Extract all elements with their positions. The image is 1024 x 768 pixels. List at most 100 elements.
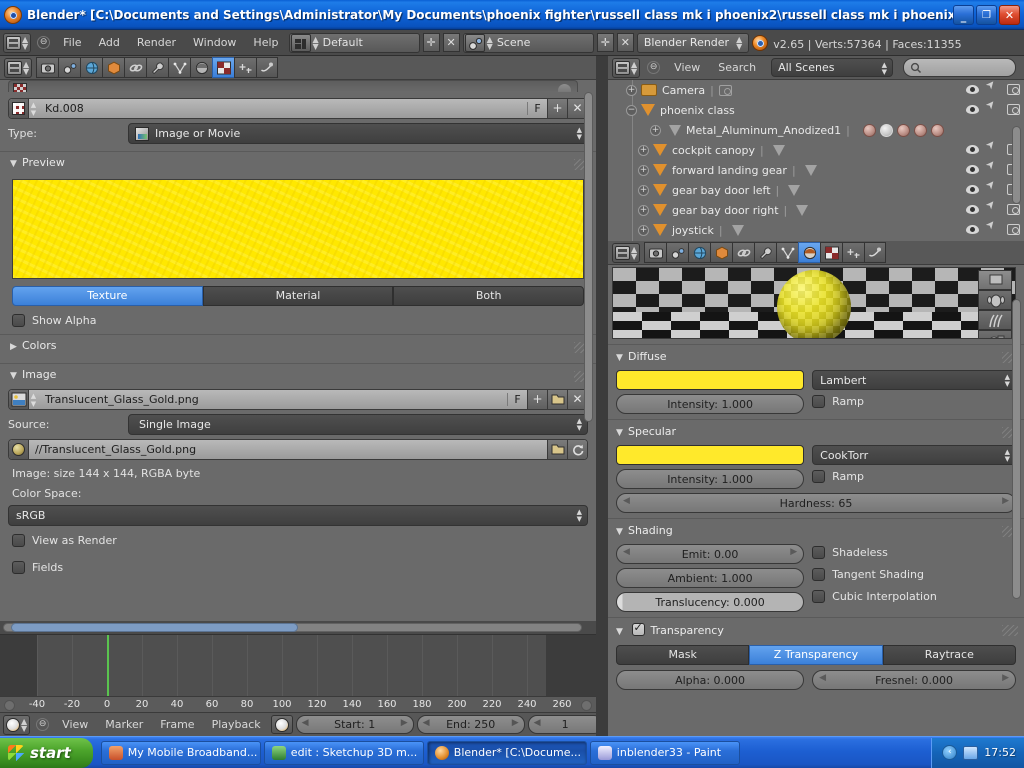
menu-add[interactable]: Add xyxy=(92,34,127,51)
preview-tab-material[interactable]: Material xyxy=(202,286,394,306)
specular-intensity-slider[interactable]: Intensity: 1.000 xyxy=(616,469,805,489)
properties-editor-type-selector[interactable]: ▲ ▼ xyxy=(612,242,641,263)
material-preview-render[interactable] xyxy=(612,267,1016,339)
maximize-button[interactable]: ❐ xyxy=(976,4,997,25)
show-alpha-checkbox[interactable] xyxy=(12,314,25,327)
decrement-icon[interactable]: ◀ xyxy=(302,718,309,728)
specular-hardness-slider[interactable]: ◀ Hardness: 65 ▶ xyxy=(616,493,1016,513)
playhead-marker[interactable] xyxy=(107,635,109,696)
view-as-render-row[interactable]: View as Render xyxy=(12,534,584,547)
restrict-view-icon[interactable] xyxy=(966,104,979,114)
texture-type-dropdown[interactable]: Image or Movie ▲ ▼ xyxy=(128,123,588,144)
scrollbar-thumb[interactable] xyxy=(584,92,593,422)
increment-icon[interactable]: ▶ xyxy=(512,718,519,728)
show-alpha-row[interactable]: Show Alpha xyxy=(12,314,584,327)
diffuse-intensity-slider[interactable]: Intensity: 1.000 xyxy=(616,394,805,414)
collapse-toggle-icon[interactable]: − xyxy=(626,104,637,116)
preview-tab-both[interactable]: Both xyxy=(393,286,585,306)
properties-editor-type-selector[interactable]: ▲ ▼ xyxy=(4,57,33,78)
decrement-icon[interactable]: ◀ xyxy=(534,718,541,728)
timeline-grid[interactable] xyxy=(0,634,596,696)
expand-toggle-icon[interactable]: + xyxy=(638,204,649,216)
transparency-mode-z[interactable]: Z Transparency xyxy=(749,645,883,665)
tangent-shading-checkbox[interactable] xyxy=(812,568,826,581)
current-frame-field[interactable]: ◀ 1 xyxy=(527,715,596,734)
expand-toggle-icon[interactable]: + xyxy=(638,224,649,236)
outliner-row-cockpit-canopy[interactable]: + cockpit canopy | xyxy=(608,140,1024,160)
image-source-dropdown[interactable]: Single Image ▲ ▼ xyxy=(128,414,588,435)
image-fake-user-button[interactable]: F xyxy=(507,393,527,406)
tab-modifiers[interactable] xyxy=(754,242,777,263)
alpha-slider[interactable]: Alpha: 0.000 xyxy=(616,670,805,690)
restrict-view-icon[interactable] xyxy=(966,84,979,94)
minimize-button[interactable]: _ xyxy=(953,4,974,25)
system-clock[interactable]: 17:52 xyxy=(984,746,1016,759)
tab-constraints[interactable] xyxy=(732,242,755,263)
texture-name-value[interactable]: Kd.008 xyxy=(38,102,527,115)
image-filepath-value[interactable]: //Translucent_Glass_Gold.png xyxy=(29,443,547,456)
emit-slider[interactable]: ◀ Emit: 0.00 ▶ xyxy=(616,544,805,564)
outliner-row-phoenix-class[interactable]: − phoenix class xyxy=(608,100,1024,120)
translucency-slider[interactable]: Translucency: 0.000 xyxy=(616,592,805,612)
delete-screen-button[interactable]: ✕ xyxy=(442,33,460,52)
specular-section-header[interactable]: ▼ Specular xyxy=(608,419,1024,441)
restrict-select-icon[interactable] xyxy=(988,103,998,115)
preview-type-monkey-icon[interactable] xyxy=(978,290,1012,310)
timeline-editor-type-selector[interactable]: ▲ ▼ xyxy=(3,714,31,735)
fields-row[interactable]: Fields xyxy=(12,561,584,574)
outliner-search-input[interactable] xyxy=(903,58,1016,77)
expand-toggle-icon[interactable]: + xyxy=(638,184,649,196)
transparency-enable-checkbox[interactable] xyxy=(631,621,645,636)
restrict-view-icon[interactable] xyxy=(966,204,979,214)
tab-modifiers[interactable] xyxy=(146,57,169,78)
tab-data[interactable] xyxy=(776,242,799,263)
tab-scene[interactable] xyxy=(58,57,81,78)
tab-render[interactable] xyxy=(644,242,667,263)
browse-image-chevron-icon[interactable]: ▲ ▼ xyxy=(29,391,38,408)
timeline-menu-view[interactable]: View xyxy=(55,716,95,733)
increment-icon[interactable]: ▶ xyxy=(1002,496,1009,506)
taskbar-item-my-mobile-broadband[interactable]: My Mobile Broadband... xyxy=(100,740,261,765)
diffuse-ramp-checkbox[interactable] xyxy=(812,395,826,408)
timeline-menu-marker[interactable]: Marker xyxy=(98,716,150,733)
outliner-editor-type-selector[interactable]: ▲ ▼ xyxy=(612,57,641,78)
increment-icon[interactable]: ▶ xyxy=(790,547,797,557)
tab-render[interactable] xyxy=(36,57,59,78)
preview-tab-texture[interactable]: Texture xyxy=(12,286,203,306)
tab-scene[interactable] xyxy=(666,242,689,263)
ambient-slider[interactable]: Ambient: 1.000 xyxy=(616,568,805,588)
specular-color-swatch[interactable] xyxy=(616,445,805,465)
view-as-render-checkbox[interactable] xyxy=(12,534,25,547)
tab-material[interactable] xyxy=(798,242,821,263)
texture-properties-scrollbar[interactable] xyxy=(584,84,593,617)
diffuse-ramp-row[interactable]: Ramp xyxy=(812,395,1016,408)
material-icon[interactable] xyxy=(913,123,927,137)
tab-particles[interactable] xyxy=(842,242,865,263)
transparency-section-header[interactable]: ▼ Transparency xyxy=(608,617,1024,640)
material-icon[interactable] xyxy=(896,123,910,137)
shadeless-row[interactable]: Shadeless xyxy=(812,546,1016,559)
timeline-horizontal-scrollbar[interactable] xyxy=(3,623,582,632)
transparency-mode-mask[interactable]: Mask xyxy=(616,645,750,665)
material-icon[interactable] xyxy=(862,123,876,137)
editor-type-selector[interactable]: ▲ ▼ xyxy=(3,32,32,53)
restrict-view-icon[interactable] xyxy=(966,144,979,154)
outliner-row-material[interactable]: + Metal_Aluminum_Anodized1 | xyxy=(608,120,1024,140)
outliner-row-camera[interactable]: + Camera | xyxy=(608,80,1024,100)
image-filepath-field[interactable]: //Translucent_Glass_Gold.png xyxy=(8,439,588,460)
fields-checkbox[interactable] xyxy=(12,561,25,574)
restrict-view-icon[interactable] xyxy=(966,224,979,234)
material-icon[interactable] xyxy=(930,123,944,137)
timeline-menu-frame[interactable]: Frame xyxy=(153,716,201,733)
restrict-select-icon[interactable] xyxy=(988,163,998,175)
specular-shader-dropdown[interactable]: CookTorr ▲ ▼ xyxy=(812,445,1016,465)
tab-physics[interactable] xyxy=(256,57,279,78)
transparency-mode-raytrace[interactable]: Raytrace xyxy=(882,645,1016,665)
texture-datablock-field[interactable]: ▲ ▼ Kd.008 F + ✕ xyxy=(8,98,588,119)
tab-texture[interactable] xyxy=(212,57,235,78)
specular-ramp-checkbox[interactable] xyxy=(812,470,826,483)
timeline-menu-playback[interactable]: Playback xyxy=(205,716,268,733)
outliner-menu-search[interactable]: Search xyxy=(711,59,763,76)
cubic-interpolation-row[interactable]: Cubic Interpolation xyxy=(812,590,1016,603)
restrict-select-icon[interactable] xyxy=(988,223,998,235)
